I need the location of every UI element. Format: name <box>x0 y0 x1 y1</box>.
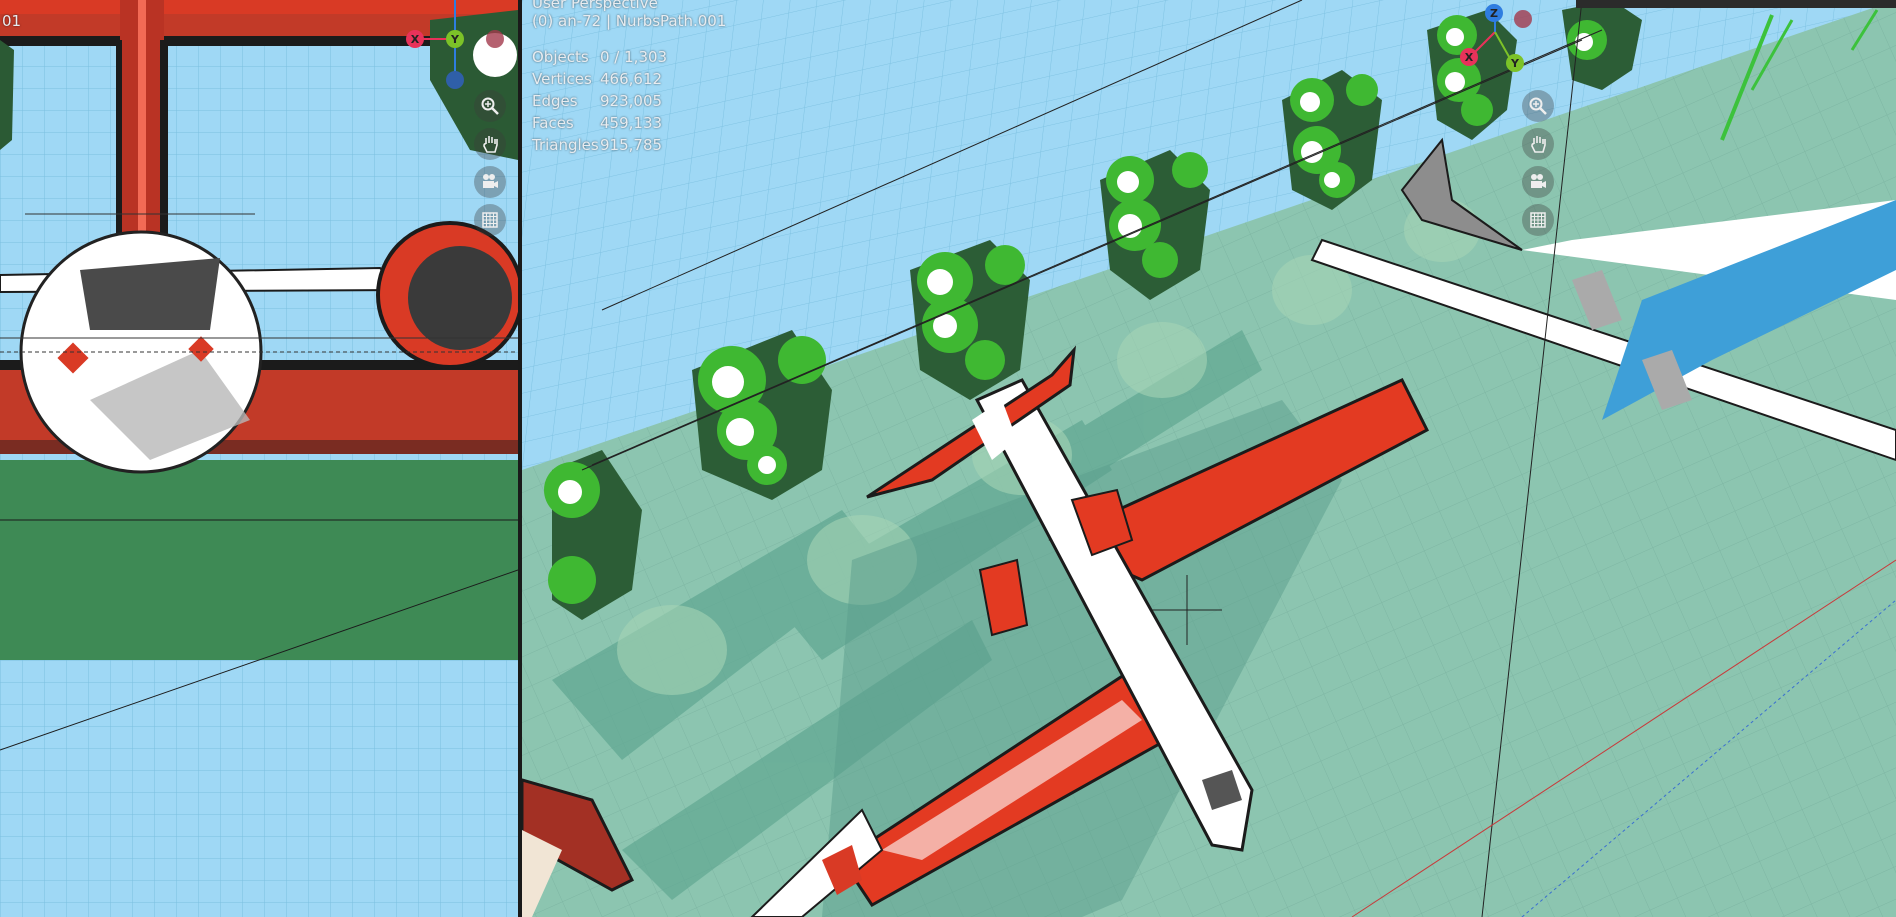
stat-value: 466,612 <box>600 70 663 88</box>
stat-row: Objects 0 / 1,303 <box>532 46 667 68</box>
zoom-icon[interactable] <box>1522 90 1554 122</box>
pan-hand-icon[interactable] <box>474 128 506 160</box>
gizmo-x-ball[interactable]: X <box>1460 48 1478 66</box>
grid-icon[interactable] <box>474 204 506 236</box>
right-axis-gizmo[interactable]: Z X Y <box>1450 2 1540 82</box>
left-3d-viewport[interactable]: 01 X Y <box>0 0 518 917</box>
gizmo-neg-x-ball[interactable] <box>1514 10 1532 28</box>
stat-value: 923,005 <box>600 92 663 110</box>
stat-row: Edges 923,005 <box>532 90 667 112</box>
gizmo-neg-z-ball[interactable] <box>446 71 464 89</box>
pan-hand-icon[interactable] <box>1522 128 1554 160</box>
stat-key: Vertices <box>532 70 592 88</box>
gizmo-z-ball[interactable]: Z <box>1485 4 1503 22</box>
stat-row: Vertices 466,612 <box>532 68 667 90</box>
stat-key: Triangles <box>532 136 599 154</box>
gizmo-x-ball[interactable]: X <box>406 30 424 48</box>
stat-value: 0 / 1,303 <box>600 48 668 66</box>
left-corner-label: 01 <box>2 12 22 30</box>
stat-key: Faces <box>532 114 574 132</box>
gizmo-y-ball[interactable]: Y <box>1506 54 1524 72</box>
view-name: User Perspective <box>532 0 658 12</box>
camera-icon[interactable] <box>474 166 506 198</box>
object-info: (0) an-72 | NurbsPath.001 <box>532 12 727 30</box>
gizmo-neg-x-ball[interactable] <box>486 30 504 48</box>
grid-icon[interactable] <box>1522 204 1554 236</box>
stat-key: Edges <box>532 92 578 110</box>
stat-key: Objects <box>532 48 589 66</box>
header-bar-edge <box>1576 0 1896 8</box>
right-3d-viewport[interactable]: User Perspective (0) an-72 | NurbsPath.0… <box>522 0 1896 917</box>
stat-value: 915,785 <box>600 136 663 154</box>
stat-value: 459,133 <box>600 114 663 132</box>
gizmo-y-ball[interactable]: Y <box>446 30 464 48</box>
camera-icon[interactable] <box>1522 166 1554 198</box>
stat-row: Faces 459,133 <box>532 112 667 134</box>
stat-row: Triangles 915,785 <box>532 134 667 156</box>
left-viewport-scene <box>0 0 518 917</box>
left-axis-gizmo[interactable]: X Y <box>406 0 508 90</box>
zoom-icon[interactable] <box>474 90 506 122</box>
right-viewport-scene <box>522 0 1896 917</box>
scene-statistics: Objects 0 / 1,303 Vertices 466,612 Edges 92… <box>532 46 667 156</box>
